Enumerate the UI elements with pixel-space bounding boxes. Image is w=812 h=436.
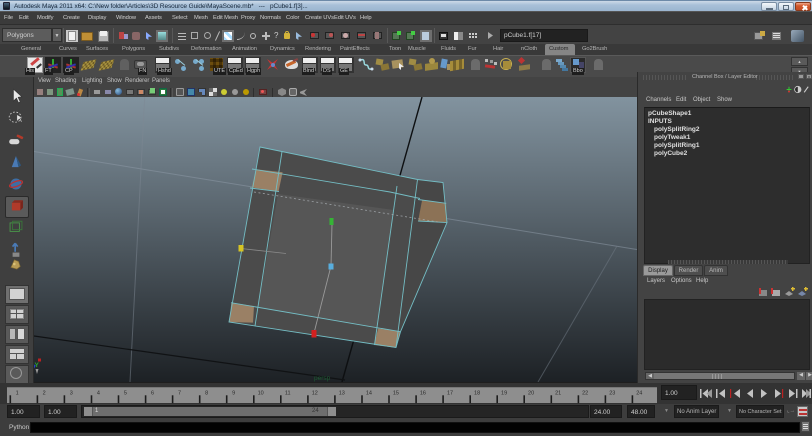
svg-text:16: 16 <box>420 391 426 397</box>
svg-text:4: 4 <box>97 391 100 397</box>
svg-text:10: 10 <box>258 391 264 397</box>
svg-text:12: 12 <box>312 391 318 397</box>
svg-text:17: 17 <box>447 391 453 397</box>
svg-text:14: 14 <box>366 391 372 397</box>
svg-text:9: 9 <box>232 391 235 397</box>
svg-text:7: 7 <box>178 391 181 397</box>
svg-text:19: 19 <box>501 391 507 397</box>
svg-text:1: 1 <box>16 391 19 397</box>
svg-text:6: 6 <box>151 391 154 397</box>
svg-text:3: 3 <box>70 391 73 397</box>
svg-text:15: 15 <box>393 391 399 397</box>
svg-text:8: 8 <box>205 391 208 397</box>
svg-text:13: 13 <box>339 391 345 397</box>
svg-text:11: 11 <box>285 391 291 397</box>
svg-text:22: 22 <box>582 391 588 397</box>
svg-text:21: 21 <box>555 391 561 397</box>
svg-text:18: 18 <box>474 391 480 397</box>
svg-text:23: 23 <box>609 391 615 397</box>
svg-text:persp: persp <box>314 375 331 382</box>
svg-text:20: 20 <box>528 391 534 397</box>
svg-text:2: 2 <box>43 391 46 397</box>
svg-text:24: 24 <box>636 391 642 397</box>
svg-text:5: 5 <box>124 391 127 397</box>
